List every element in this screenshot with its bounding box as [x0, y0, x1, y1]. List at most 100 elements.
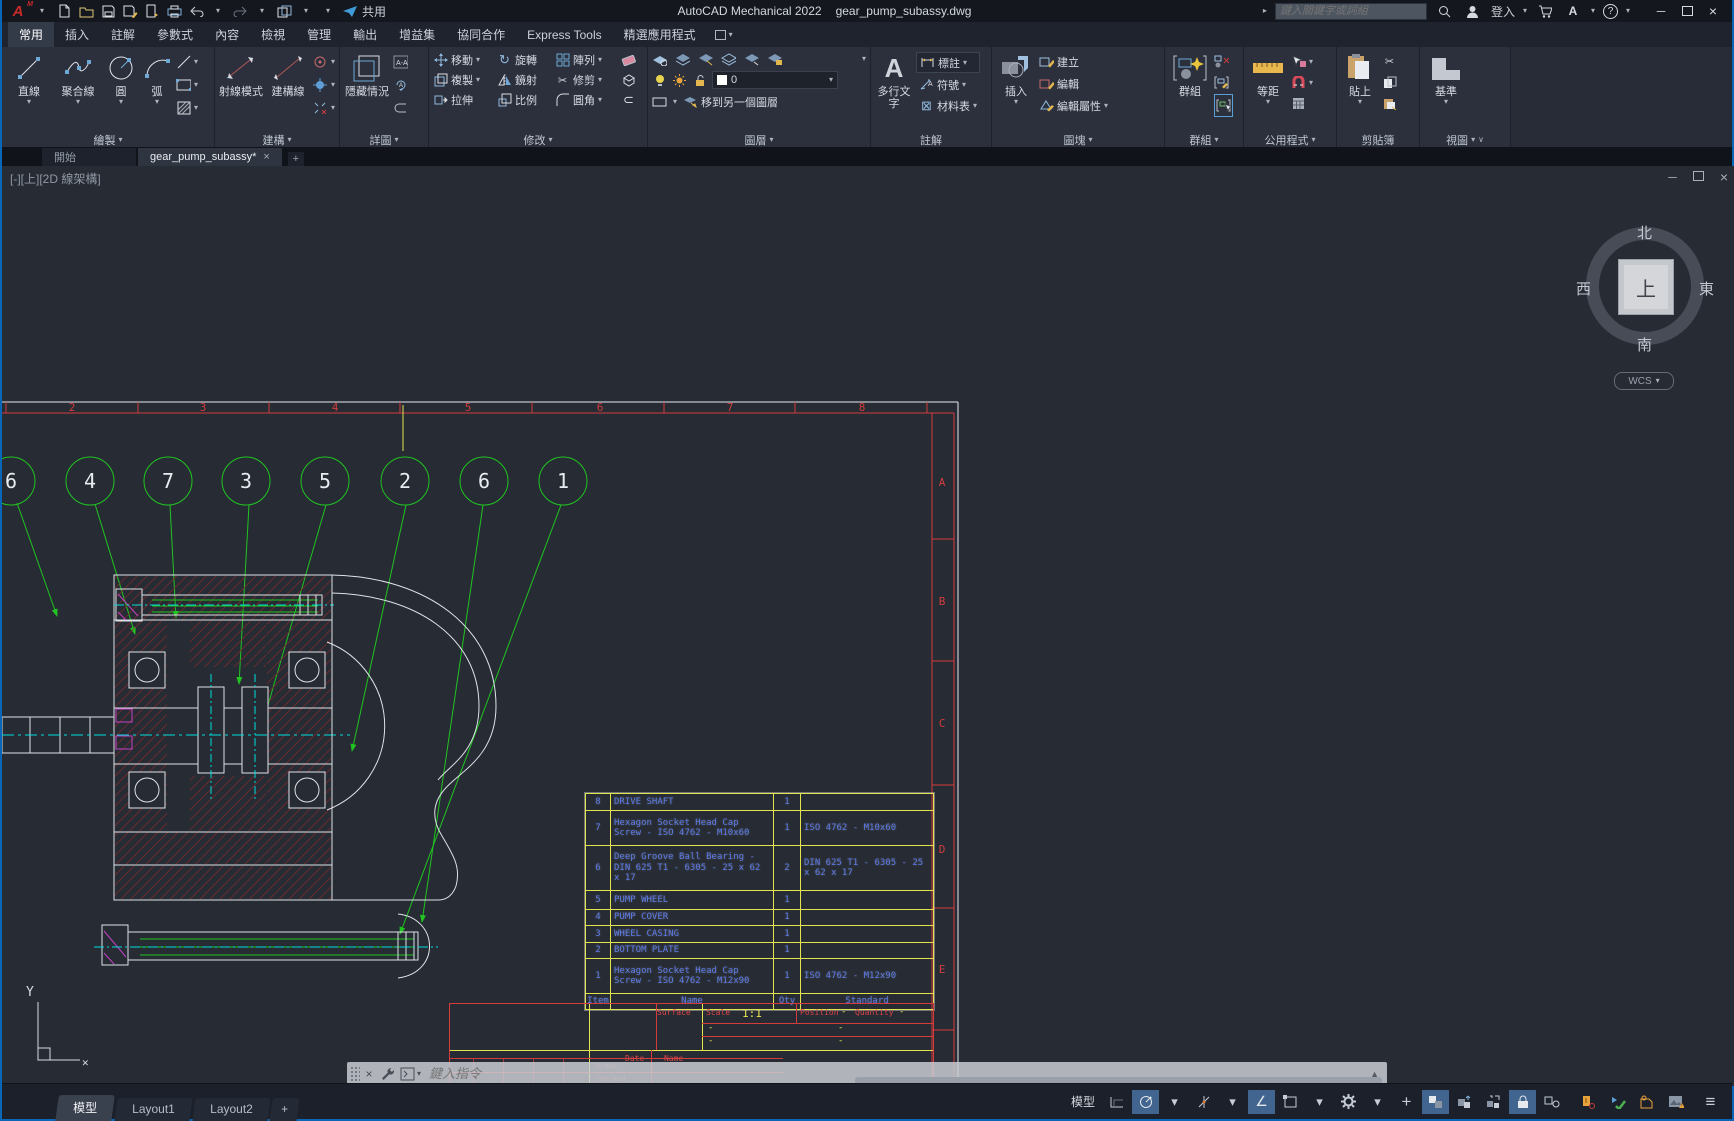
scale-button[interactable]: 比例 — [497, 91, 555, 110]
drawing-canvas[interactable]: 2 3 4 5 6 7 8 A B — [2, 166, 1734, 1086]
panel-label-modify[interactable]: 修改▾ — [429, 132, 647, 147]
graphics-performance-icon[interactable]: ! — [1662, 1090, 1689, 1114]
save-as-icon[interactable] — [120, 1, 140, 21]
search-icon[interactable] — [1435, 1, 1455, 21]
new-layout-button[interactable]: + — [270, 1098, 300, 1121]
layer-properties-icon[interactable] — [652, 52, 667, 67]
annotation-autoscale-icon[interactable] — [1451, 1090, 1478, 1114]
drafting-settings-gear-icon[interactable] — [1335, 1090, 1362, 1114]
table-row[interactable]: 8 DRIVE SHAFT 1 — [586, 794, 933, 810]
magnet-snap-button[interactable]: ▾ — [1291, 73, 1313, 92]
signin-dropdown-icon[interactable]: ▾ — [1523, 7, 1527, 15]
point-delete-button[interactable]: ▾ — [313, 98, 335, 117]
group-edit-button[interactable] — [1214, 73, 1233, 92]
file-tab-start[interactable]: 開始 — [42, 148, 136, 166]
ui-lock-icon[interactable] — [1509, 1090, 1536, 1114]
layout-tab-model[interactable]: 模型 — [55, 1095, 115, 1121]
move-button[interactable]: 移動▾ — [433, 51, 497, 70]
help-icon[interactable]: ? — [1603, 4, 1618, 19]
viewcube-east[interactable]: 東 — [1699, 278, 1714, 299]
customization-menu-icon[interactable]: ≡ — [1697, 1090, 1724, 1114]
base-view-button[interactable]: 基準 ▾ — [1424, 50, 1468, 106]
layout-tab-layout1[interactable]: Layout1 — [114, 1098, 192, 1121]
viewcube-west[interactable]: 西 — [1576, 278, 1591, 299]
annotation-scale-icon[interactable] — [1480, 1090, 1507, 1114]
signin-label[interactable]: 登入 — [1491, 3, 1515, 20]
ray-mode-button[interactable]: 射線模式 — [219, 50, 263, 98]
snap-dropdown-icon[interactable]: ▾ — [1161, 1090, 1188, 1114]
autodesk-dropdown-icon[interactable]: ▾ — [1591, 7, 1595, 15]
erase-button[interactable] — [621, 51, 643, 70]
layer-unisolate-icon[interactable] — [721, 52, 736, 67]
layout-tab-layout2[interactable]: Layout2 — [192, 1098, 270, 1121]
measure-button[interactable]: 等距 ▾ — [1248, 50, 1288, 106]
circle-button[interactable]: 圓 ▾ — [104, 50, 138, 106]
offset-button[interactable]: ⊂ — [621, 91, 643, 110]
close-button[interactable]: × — [1700, 1, 1726, 21]
ribbon-pin-icon[interactable]: ∨ — [1478, 136, 1484, 144]
publish-icon[interactable] — [142, 1, 162, 21]
isodraft-icon[interactable]: ∠ — [1248, 1090, 1275, 1114]
polar-tracking-icon[interactable] — [1190, 1090, 1217, 1114]
table-row[interactable]: 5 PUMP WHEEL 1 — [586, 890, 933, 909]
explode-button[interactable] — [621, 71, 643, 90]
center-mark-button[interactable]: ▾ — [313, 52, 335, 71]
command-bar-grip[interactable] — [350, 1066, 360, 1082]
minimize-button[interactable]: ─ — [1648, 1, 1674, 21]
layer-freeze-icon[interactable] — [744, 52, 759, 67]
model-space-toggle[interactable]: 模型 — [1071, 1093, 1095, 1110]
layer-thaw-icon[interactable] — [672, 73, 687, 88]
search-input[interactable] — [1276, 5, 1426, 17]
panel-label-view[interactable]: 視圖▾∨ — [1420, 132, 1510, 147]
file-tab-document[interactable]: gear_pump_subassy* × — [138, 148, 282, 166]
layer-on-icon[interactable] — [652, 73, 667, 88]
wcs-menu[interactable]: WCS ▾ — [1614, 372, 1674, 390]
rotate-button[interactable]: ↻旋轉 — [497, 51, 555, 70]
hatch-button[interactable]: ▾ — [176, 98, 198, 117]
layer-isolate-icon[interactable] — [698, 52, 713, 67]
doc-close-button[interactable]: × — [1720, 169, 1728, 185]
ribbon-tab-annotate[interactable]: 註解 — [100, 22, 146, 47]
save-icon[interactable] — [98, 1, 118, 21]
parts-list-table[interactable]: 8 DRIVE SHAFT 1 7 Hexagon Socket Head Ca… — [585, 793, 934, 1010]
search-collapse-icon[interactable]: ▸ — [1263, 7, 1267, 15]
command-prompt-icon[interactable]: ▾ — [400, 1067, 421, 1081]
mtext-button[interactable]: A 多行文字 — [875, 50, 913, 110]
viewcube-top-face[interactable]: 上 — [1618, 259, 1674, 315]
polar-dropdown-icon[interactable]: ▾ — [1219, 1090, 1246, 1114]
undo-dropdown-icon[interactable]: ▾ — [208, 1, 228, 21]
calculator-button[interactable] — [1291, 94, 1313, 113]
table-row[interactable]: 7 Hexagon Socket Head Cap Screw - ISO 47… — [586, 810, 933, 845]
group-button[interactable]: 群組 — [1169, 50, 1211, 98]
maximize-button[interactable] — [1674, 1, 1700, 21]
share-label[interactable]: 共用 — [362, 3, 386, 20]
new-file-icon[interactable] — [54, 1, 74, 21]
paste-button[interactable]: 貼上 ▾ — [1341, 50, 1379, 106]
cart-icon[interactable] — [1535, 1, 1555, 21]
ribbon-tab-manage[interactable]: 管理 — [296, 22, 342, 47]
bom-button[interactable]: ⊠材料表▾ — [916, 96, 980, 115]
make-current-dd-icon[interactable]: ▾ — [673, 98, 677, 106]
section-view-button[interactable]: A-A — [393, 52, 408, 71]
annotation-monitor-icon[interactable] — [1633, 1090, 1660, 1114]
help-dropdown-icon[interactable]: ▾ — [1626, 7, 1630, 15]
panel-label-draw[interactable]: 繪製▾ — [2, 132, 214, 147]
arc-button[interactable]: 弧 ▾ — [141, 50, 173, 106]
ribbon-tab-home[interactable]: 常用 — [8, 22, 54, 47]
standards-check-icon[interactable] — [1604, 1090, 1631, 1114]
stretch-button[interactable]: 拉伸 — [433, 91, 497, 110]
construction-line-button[interactable]: ▾ — [176, 52, 198, 71]
fillet-button[interactable]: 圓角▾ — [555, 91, 621, 110]
pump-assembly-drawing[interactable] — [2, 575, 496, 978]
detail-rotate-button[interactable]: A — [393, 75, 408, 94]
panel-label-group[interactable]: 群組▾ — [1165, 132, 1243, 147]
open-folder-icon[interactable] — [76, 1, 96, 21]
rectangle-button[interactable]: ▾ — [176, 75, 198, 94]
ribbon-tab-content[interactable]: 內容 — [204, 22, 250, 47]
ribbon-tab-featured[interactable]: 精選應用程式 — [613, 22, 707, 47]
panel-label-construction[interactable]: 建構▾ — [215, 132, 339, 147]
line-button[interactable]: 直線 ▾ — [6, 50, 52, 106]
table-row[interactable]: 1 Hexagon Socket Head Cap Screw - ISO 47… — [586, 958, 933, 993]
ribbon-tab-parametric[interactable]: 參數式 — [146, 22, 204, 47]
edit-attributes-button[interactable]: 編輯屬性▾ — [1039, 96, 1108, 115]
